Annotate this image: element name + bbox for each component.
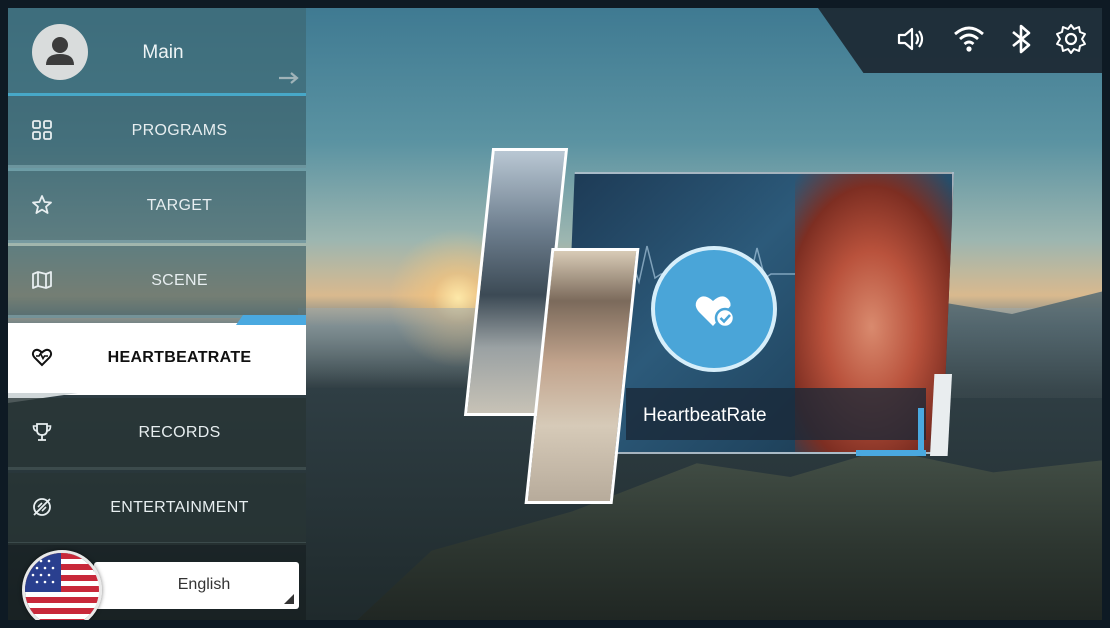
language-value: English xyxy=(177,576,231,593)
sidebar-item-programs[interactable]: PROGRAMS xyxy=(8,96,306,168)
sidebar-item-records[interactable]: RECORDS xyxy=(8,398,306,470)
heart-icon xyxy=(31,348,53,367)
heart-check-icon xyxy=(695,296,736,329)
language-select[interactable]: English xyxy=(94,562,299,609)
status-bar xyxy=(818,8,1102,73)
grid-icon xyxy=(32,120,52,140)
main-label: Main xyxy=(142,42,184,63)
arrow-right-icon[interactable] xyxy=(278,70,300,86)
settings-icon[interactable] xyxy=(1054,22,1088,56)
wifi-icon[interactable] xyxy=(952,22,986,56)
map-icon xyxy=(32,271,52,289)
us-flag-icon[interactable] xyxy=(22,550,102,620)
user-icon xyxy=(46,37,74,65)
sidebar-item-heartbeatrate[interactable]: HEARTBEATRATE xyxy=(8,315,306,403)
active-accent xyxy=(236,315,306,325)
app-screen: Main PROGRAMS TARGET SCENE HEARTBEATRATE… xyxy=(8,8,1102,620)
bluetooth-icon[interactable] xyxy=(1004,22,1038,56)
main-header[interactable]: Main xyxy=(8,8,306,96)
trophy-icon xyxy=(32,423,52,441)
card-title: HeartbeatRate xyxy=(643,405,767,426)
avatar[interactable] xyxy=(32,24,88,80)
sidebar: Main PROGRAMS TARGET SCENE HEARTBEATRATE… xyxy=(8,8,306,620)
card-accent-vertical xyxy=(918,408,924,456)
sidebar-item-entertainment[interactable]: ENTERTAINMENT xyxy=(8,473,306,545)
sidebar-item-target[interactable]: TARGET xyxy=(8,171,306,243)
dropdown-caret-icon xyxy=(284,594,294,604)
card-accent-horizontal xyxy=(856,450,926,456)
language-area: English xyxy=(8,543,306,620)
heartbeatrate-feature-card[interactable]: HeartbeatRate xyxy=(463,138,968,508)
star-icon xyxy=(32,195,52,214)
volume-icon[interactable] xyxy=(894,22,928,56)
entertainment-icon xyxy=(33,498,51,516)
heartbeatrate-button[interactable] xyxy=(651,246,777,372)
sidebar-item-scene[interactable]: SCENE xyxy=(8,246,306,318)
